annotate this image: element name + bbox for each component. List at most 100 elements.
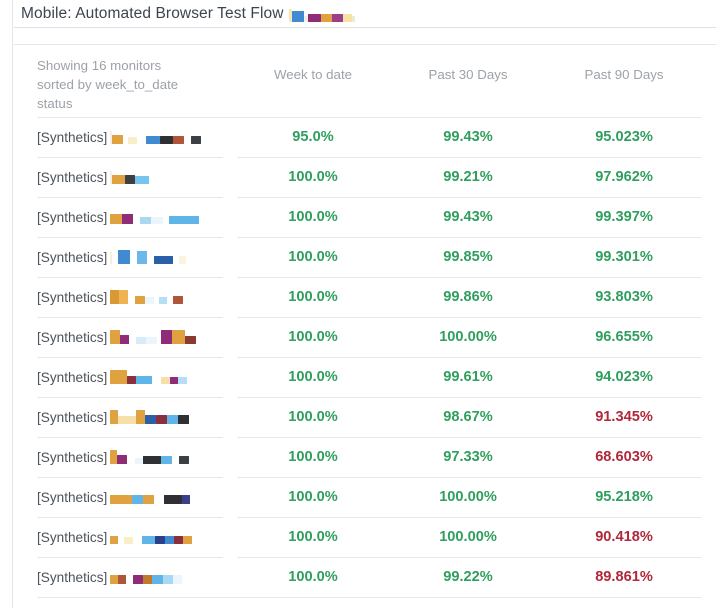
monitor-name-cell[interactable]: [Synthetics]: [37, 317, 223, 358]
redacted-block: [140, 216, 152, 224]
uptime-value-week-to-date: 100.0%: [237, 357, 389, 398]
redacted-block: [129, 337, 137, 344]
table-header: Showing 16 monitors sorted by week_to_da…: [37, 45, 701, 118]
redacted-block: [307, 14, 321, 22]
monitor-name-redacted: [110, 249, 187, 264]
uptime-value-past-30-days: 99.43%: [389, 197, 547, 238]
monitor-name-cell[interactable]: [Synthetics]: [37, 477, 223, 518]
redacted-block: [110, 409, 119, 424]
row-gap-cell: [223, 237, 237, 277]
redacted-block: [169, 215, 200, 224]
redacted-block: [161, 376, 171, 384]
redacted-block: [179, 255, 187, 264]
monitor-name-cell[interactable]: [Synthetics]: [37, 197, 223, 238]
uptime-value-past-90-days: 95.218%: [547, 477, 701, 518]
redacted-block: [143, 455, 162, 464]
table-row[interactable]: [Synthetics] 100.0% 99.43% 99.397%: [37, 197, 701, 238]
uptime-value-week-to-date: 95.0%: [237, 117, 389, 158]
redacted-block: [110, 213, 123, 224]
redacted-block: [136, 409, 146, 424]
redacted-block: [173, 135, 185, 144]
row-gap-cell: [223, 477, 237, 517]
monitor-name-redacted: [110, 170, 150, 184]
redacted-block: [155, 535, 166, 544]
redacted-block: [291, 11, 304, 22]
table-row[interactable]: [Synthetics] 100.0% 100.00% 90.418%: [37, 517, 701, 558]
monitor-name-cell[interactable]: [Synthetics]: [37, 557, 223, 598]
row-gap-cell: [223, 557, 237, 598]
redacted-block: [135, 457, 144, 464]
redacted-block: [179, 455, 190, 464]
redacted-block: [174, 535, 184, 544]
redacted-block: [183, 535, 193, 544]
monitor-name-cell[interactable]: [Synthetics]: [37, 357, 223, 398]
redacted-block: [112, 174, 126, 184]
redacted-block: [173, 295, 184, 304]
monitor-name-redacted: [110, 490, 191, 504]
table-row[interactable]: [Synthetics] 100.0% 99.22% 89.861%: [37, 557, 701, 598]
table-row[interactable]: [Synthetics] 100.0% 99.21% 97.962%: [37, 157, 701, 198]
redacted-block: [152, 574, 164, 584]
redacted-block: [119, 289, 129, 304]
monitor-name-cell[interactable]: [Synthetics]: [37, 517, 223, 558]
redacted-block: [173, 574, 183, 584]
monitors-table: Showing 16 monitors sorted by week_to_da…: [37, 45, 701, 598]
monitor-name-cell[interactable]: [Synthetics]: [37, 237, 223, 278]
monitor-name-cell[interactable]: [Synthetics]: [37, 157, 223, 198]
monitor-name-cell[interactable]: [Synthetics]: [37, 277, 223, 318]
column-header-past-90-days[interactable]: Past 90 Days: [547, 45, 701, 118]
table-row[interactable]: [Synthetics] 100.0% 100.00% 96.655%: [37, 317, 701, 358]
row-gap-cell: [223, 157, 237, 197]
monitor-name-cell[interactable]: [Synthetics]: [37, 397, 223, 438]
redacted-block: [145, 414, 157, 424]
monitor-name-prefix: [Synthetics]: [37, 369, 108, 385]
table-row[interactable]: [Synthetics] 100.0% 100.00% 95.218%: [37, 477, 701, 518]
table-row[interactable]: [Synthetics] 100.0% 99.61% 94.023%: [37, 357, 701, 398]
redacted-block: [154, 255, 174, 264]
window-left-rail: [0, 0, 13, 608]
redacted-block: [172, 457, 180, 464]
summary-line-3: status: [37, 96, 73, 111]
uptime-value-past-30-days: 100.00%: [389, 477, 547, 518]
redacted-block: [128, 297, 136, 304]
monitor-uptime-panel: Mobile: Automated Browser Test Flow Show…: [0, 0, 716, 608]
uptime-value-past-90-days: 68.603%: [547, 437, 701, 478]
monitor-name-cell[interactable]: [Synthetics]: [37, 117, 223, 158]
column-header-week-to-date[interactable]: Week to date: [237, 45, 389, 118]
table-row[interactable]: [Synthetics] 100.0% 99.85% 99.301%: [37, 237, 701, 278]
table-row[interactable]: [Synthetics] 100.0% 98.67% 91.345%: [37, 397, 701, 438]
column-header-gap: [223, 45, 237, 118]
redacted-block: [137, 137, 147, 144]
redacted-block: [161, 455, 173, 464]
redacted-block: [154, 497, 165, 504]
uptime-value-past-30-days: 99.22%: [389, 557, 547, 598]
monitor-name-redacted: [110, 210, 200, 224]
redacted-block: [110, 449, 118, 464]
table-header-row: Showing 16 monitors sorted by week_to_da…: [37, 45, 701, 118]
redacted-block: [147, 257, 155, 264]
redacted-block: [127, 375, 137, 384]
table-row[interactable]: [Synthetics] 95.0% 99.43% 95.023%: [37, 117, 701, 158]
redacted-block: [125, 174, 136, 184]
redacted-block: [351, 16, 355, 22]
uptime-value-week-to-date: 100.0%: [237, 477, 389, 518]
uptime-value-past-90-days: 99.397%: [547, 197, 701, 238]
uptime-value-past-90-days: 95.023%: [547, 117, 701, 158]
table-row[interactable]: [Synthetics] 100.0% 97.33% 68.603%: [37, 437, 701, 478]
redacted-block: [110, 369, 128, 384]
redacted-block: [178, 376, 188, 384]
table-row[interactable]: [Synthetics] 100.0% 99.86% 93.803%: [37, 277, 701, 318]
monitor-name-redacted: [110, 449, 190, 464]
row-gap-cell: [223, 357, 237, 397]
monitor-name-prefix: [Synthetics]: [37, 169, 108, 185]
redacted-block: [146, 135, 161, 144]
redacted-block: [191, 135, 202, 144]
uptime-value-week-to-date: 100.0%: [237, 277, 389, 318]
uptime-value-week-to-date: 100.0%: [237, 317, 389, 358]
monitor-name-prefix: [Synthetics]: [37, 529, 108, 545]
monitor-name-cell[interactable]: [Synthetics]: [37, 437, 223, 478]
column-header-past-30-days[interactable]: Past 30 Days: [389, 45, 547, 118]
redacted-block: [170, 376, 179, 384]
redacted-block: [133, 537, 143, 544]
redacted-block: [160, 135, 174, 144]
